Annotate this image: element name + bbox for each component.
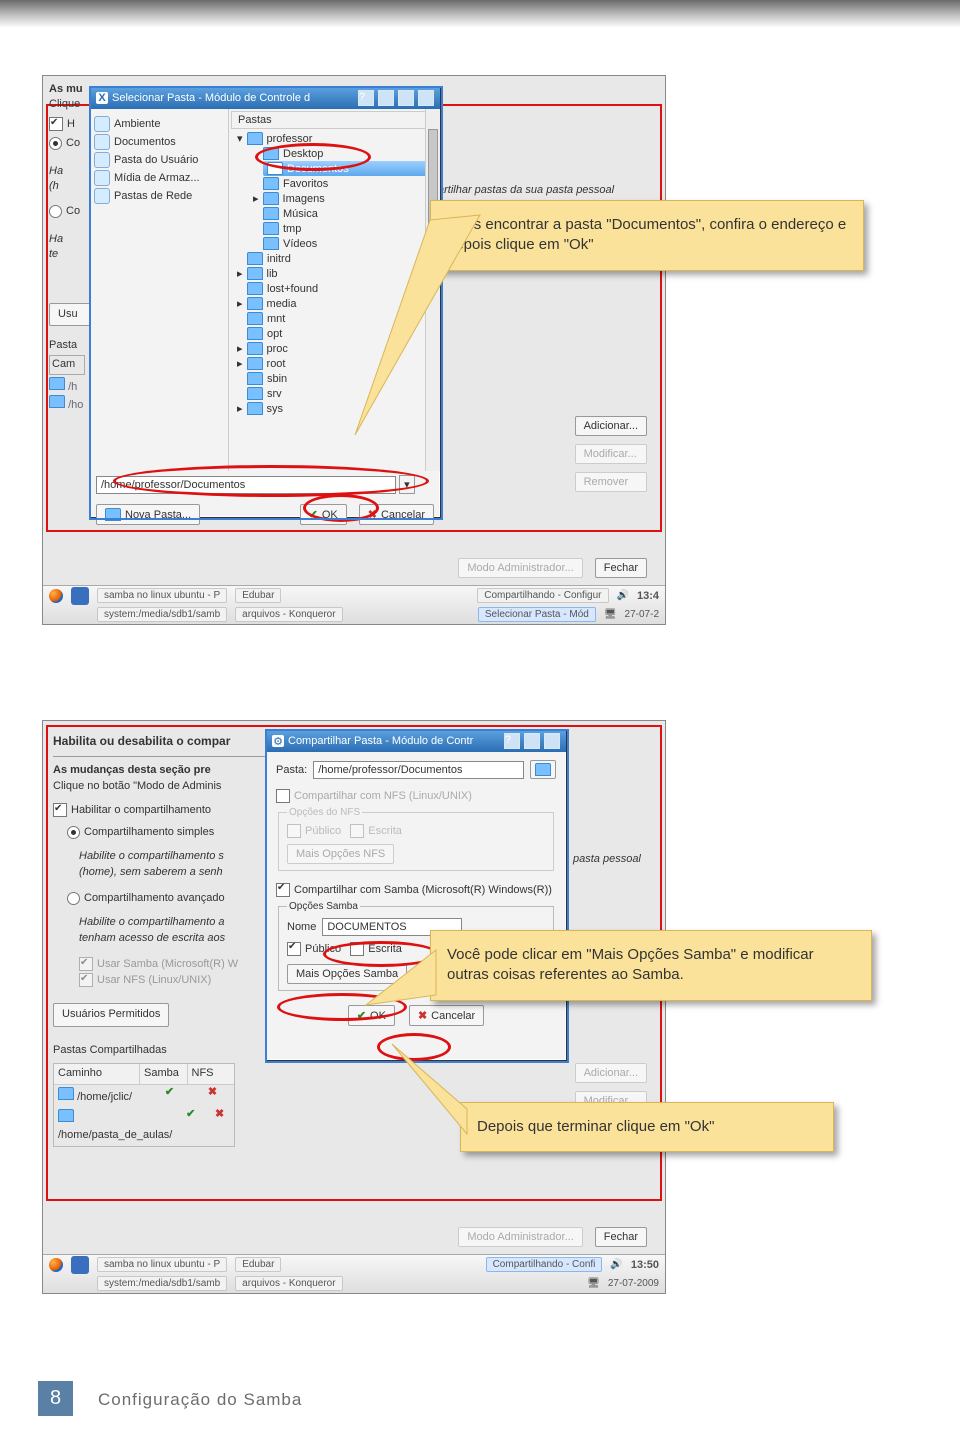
add-button[interactable]: Adicionar... — [575, 416, 647, 436]
firefox-icon[interactable] — [49, 589, 63, 603]
close-icon[interactable] — [544, 733, 560, 749]
task-item[interactable]: system:/media/sdb1/samb — [97, 1276, 227, 1291]
help-icon[interactable]: ? — [504, 733, 520, 749]
kmenu-icon[interactable] — [71, 587, 89, 605]
clock: 13:50 — [631, 1259, 659, 1271]
table-row[interactable]: /home/pasta_de_aulas/ ✔ ✖ — [54, 1107, 234, 1146]
volume-icon[interactable]: 🔊 — [617, 590, 629, 601]
task-item[interactable]: samba no linux ubuntu - P — [97, 588, 227, 603]
task-item-active[interactable]: Compartilhando - Confi — [486, 1257, 603, 1272]
close-button[interactable]: Fechar — [595, 1227, 647, 1247]
places-panel: Ambiente Documentos Pasta do Usuário Míd… — [90, 109, 229, 471]
place-user-folder[interactable]: Pasta do Usuário — [94, 151, 224, 169]
place-ambiente[interactable]: Ambiente — [94, 115, 224, 133]
add-button: Adicionar... — [575, 1063, 647, 1083]
more-nfs-button: Mais Opções NFS — [287, 844, 394, 864]
callout-1-pointer — [320, 180, 490, 450]
allowed-users-button[interactable]: Usuários Permitidos — [53, 1003, 169, 1027]
task-item[interactable]: Edubar — [235, 1257, 281, 1272]
minimize-icon[interactable] — [524, 733, 540, 749]
task-item[interactable]: arquivos - Konqueror — [235, 607, 342, 622]
dialog-buttons: Nova Pasta... ✔OK ✖Cancelar — [90, 498, 440, 531]
callout-2: Você pode clicar em "Mais Opções Samba" … — [430, 930, 872, 1001]
page-number: 8 — [38, 1381, 73, 1416]
modify-button: Modificar... — [575, 444, 647, 464]
display-icon[interactable]: 🖥 — [587, 1278, 600, 1289]
browse-button[interactable] — [530, 760, 556, 779]
task-item[interactable]: Edubar — [235, 588, 281, 603]
bg-right-hint: pasta pessoal — [573, 853, 641, 865]
highlight-oval-path — [113, 465, 429, 497]
volume-icon[interactable]: 🔊 — [610, 1259, 622, 1270]
clock: 13:4 — [637, 590, 659, 602]
tree-header: Pastas — [231, 111, 438, 129]
task-item[interactable]: system:/media/sdb1/samb — [97, 607, 227, 622]
callout-1: Após encontrar a pasta "Documentos", con… — [430, 200, 864, 271]
close-button[interactable]: Fechar — [595, 558, 647, 578]
place-network[interactable]: Pastas de Rede — [94, 187, 224, 205]
remove-button: Remover — [575, 472, 647, 492]
taskbar-2: samba no linux ubuntu - P Edubar Compart… — [43, 1254, 665, 1293]
dialog-title-text-2: Compartilhar Pasta - Módulo de Contr — [288, 735, 473, 747]
highlight-oval-ok — [303, 494, 379, 522]
admin-mode-button: Modo Administrador... — [458, 1227, 582, 1247]
page-footer-title: Configuração do Samba — [98, 1390, 302, 1410]
table-row[interactable]: /home/jclic/ ✔ ✖ — [54, 1085, 234, 1108]
place-media[interactable]: Mídia de Armaz... — [94, 169, 224, 187]
minimize-icon[interactable] — [378, 90, 394, 106]
bg-bottom-buttons-1: Modo Administrador... Fechar — [458, 558, 647, 578]
firefox-icon[interactable] — [49, 1258, 63, 1272]
callout-2-pointer — [366, 940, 496, 1020]
task-item[interactable]: arquivos - Konqueror — [235, 1276, 342, 1291]
bg-peek-left: As mu Clique H Co Ha (h Co Ha te Usu Pas… — [49, 82, 89, 413]
place-documentos[interactable]: Documentos — [94, 133, 224, 151]
dialog-titlebar-2: ⚙ Compartilhar Pasta - Módulo de Contr ? — [266, 730, 566, 752]
date: 27-07-2 — [625, 609, 659, 620]
task-item[interactable]: samba no linux ubuntu - P — [97, 1257, 227, 1272]
date: 27-07-2009 — [608, 1278, 659, 1289]
pasta-input[interactable]: /home/professor/Documentos — [313, 761, 524, 779]
kmenu-icon[interactable] — [71, 1256, 89, 1274]
close-icon[interactable] — [418, 90, 434, 106]
highlight-oval-documentos — [255, 143, 371, 171]
bg-left-panel: Habilita ou desabilita o compar As mudan… — [53, 733, 265, 1147]
display-icon[interactable]: 🖥 — [604, 609, 617, 620]
task-item-active[interactable]: Selecionar Pasta - Mód — [478, 607, 596, 622]
new-folder-button[interactable]: Nova Pasta... — [96, 504, 200, 525]
maximize-icon[interactable] — [398, 90, 414, 106]
pasta-label: Pasta: — [276, 764, 307, 776]
bg-bottom-buttons-2: Modo Administrador... Fechar — [458, 1227, 647, 1247]
task-item[interactable]: Compartilhando - Configur — [477, 588, 608, 603]
screenshot-2: Habilita ou desabilita o compar As mudan… — [42, 720, 666, 1294]
admin-mode-button: Modo Administrador... — [458, 558, 582, 578]
callout-3-pointer — [392, 1044, 522, 1134]
dialog-titlebar-1: X Selecionar Pasta - Módulo de Controle … — [90, 87, 440, 109]
taskbar-1: samba no linux ubuntu - P Edubar Compart… — [43, 585, 665, 624]
help-icon[interactable]: ? — [358, 90, 374, 106]
users-btn-peek[interactable]: Usu — [49, 303, 91, 326]
dialog-title-text: Selecionar Pasta - Módulo de Controle d — [112, 92, 310, 104]
side-buttons-1: Adicionar... Modificar... Remover — [575, 416, 647, 492]
